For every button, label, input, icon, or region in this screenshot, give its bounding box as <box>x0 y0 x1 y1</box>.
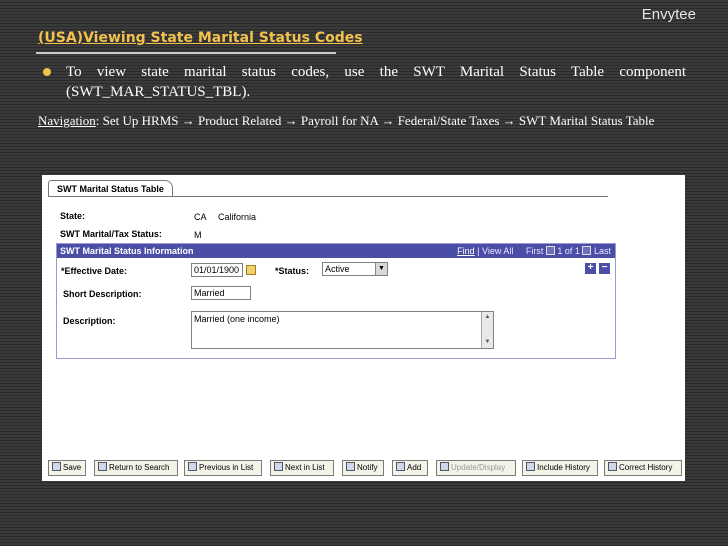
last-label: Last <box>593 246 611 256</box>
add-icon <box>396 462 405 471</box>
update-display-button[interactable]: Update/Display <box>436 460 516 476</box>
description-text: Married (one income) <box>194 314 280 324</box>
description-label: Description: <box>63 316 116 326</box>
textarea-scrollbar[interactable]: ▲ ▼ <box>481 312 493 348</box>
save-button[interactable]: Save <box>48 460 86 476</box>
app-window: SWT Marital Status Table State: CA Calif… <box>42 175 685 481</box>
short-description-input[interactable]: Married <box>191 286 251 300</box>
nav-step-3: Payroll for NA <box>300 113 379 128</box>
search-icon <box>98 462 107 471</box>
tax-status-label: SWT Marital/Tax Status: <box>60 229 162 239</box>
marital-status-section: SWT Marital Status Information Find | Vi… <box>56 243 616 359</box>
state-code: CA <box>194 212 207 222</box>
effective-date-input[interactable]: 01/01/1900 <box>191 263 243 277</box>
section-navigation: Find | View All First 1 of 1 Last <box>457 244 611 258</box>
nav-step-5: SWT Marital Status Table <box>518 113 655 128</box>
navigation-label: Navigation <box>38 113 96 128</box>
first-label: First <box>525 246 544 256</box>
section-title: SWT Marital Status Information <box>60 246 194 256</box>
bullet-text: To view state marital status codes, use … <box>66 64 686 100</box>
correct-history-button[interactable]: Correct History <box>604 460 682 476</box>
find-link[interactable]: Find <box>457 246 475 256</box>
nav-step-2: Product Related <box>198 113 282 128</box>
status-selected-value: Active <box>325 264 350 274</box>
brand-label: Envytee <box>641 6 696 23</box>
arrow-right-icon: → <box>284 113 298 128</box>
navigation-path: Navigation: Set Up HRMS → Product Relate… <box>38 113 655 128</box>
scroll-up-icon[interactable]: ▲ <box>482 312 493 323</box>
bullet-dot-icon <box>43 68 51 76</box>
include-history-icon <box>526 462 535 471</box>
tab-swt-marital-status-table[interactable]: SWT Marital Status Table <box>48 180 173 197</box>
status-label: *Status: <box>275 266 310 276</box>
notify-button[interactable]: Notify <box>342 460 384 476</box>
row-count: 1 of 1 <box>557 246 580 256</box>
state-label: State: <box>60 211 86 221</box>
scroll-down-icon[interactable]: ▼ <box>482 337 493 348</box>
arrow-right-icon: → <box>181 113 195 128</box>
arrow-right-icon: → <box>381 113 395 128</box>
include-history-button[interactable]: Include History <box>522 460 598 476</box>
description-textarea[interactable]: Married (one income) ▲ ▼ <box>191 311 494 349</box>
delete-row-button[interactable]: − <box>599 263 610 274</box>
save-icon <box>52 462 61 471</box>
view-all-link[interactable]: View All <box>482 246 513 256</box>
section-header: SWT Marital Status Information Find | Vi… <box>57 244 615 258</box>
next-list-icon <box>274 462 283 471</box>
calendar-icon[interactable] <box>246 265 256 275</box>
separator: | <box>477 246 480 256</box>
short-description-label: Short Description: <box>63 289 142 299</box>
nav-step-4: Federal/State Taxes <box>397 113 500 128</box>
action-toolbar: Save Return to Search Previous in List N… <box>48 460 682 476</box>
arrow-right-icon: → <box>502 113 516 128</box>
bullet-point: To view state marital status codes, use … <box>43 62 686 102</box>
nav-step-1: Set Up HRMS <box>102 113 179 128</box>
state-name: California <box>218 212 257 222</box>
add-button[interactable]: Add <box>392 460 428 476</box>
next-in-list-button[interactable]: Next in List <box>270 460 334 476</box>
add-row-button[interactable]: + <box>585 263 596 274</box>
previous-in-list-button[interactable]: Previous in List <box>184 460 262 476</box>
tax-status-value: M <box>194 230 202 240</box>
update-display-icon <box>440 462 449 471</box>
last-arrow-icon[interactable] <box>582 246 592 255</box>
tab-underline <box>48 196 608 197</box>
correct-history-icon <box>608 462 617 471</box>
first-arrow-icon[interactable] <box>545 246 555 255</box>
effective-date-label: *Effective Date: <box>61 266 128 276</box>
title-rule <box>36 52 336 54</box>
notify-icon <box>346 462 355 471</box>
previous-list-icon <box>188 462 197 471</box>
slide-title: (USA)Viewing State Marital Status Codes <box>38 30 363 46</box>
chevron-down-icon[interactable]: ▼ <box>375 263 387 275</box>
return-to-search-button[interactable]: Return to Search <box>94 460 178 476</box>
status-select[interactable]: Active ▼ <box>322 262 388 276</box>
